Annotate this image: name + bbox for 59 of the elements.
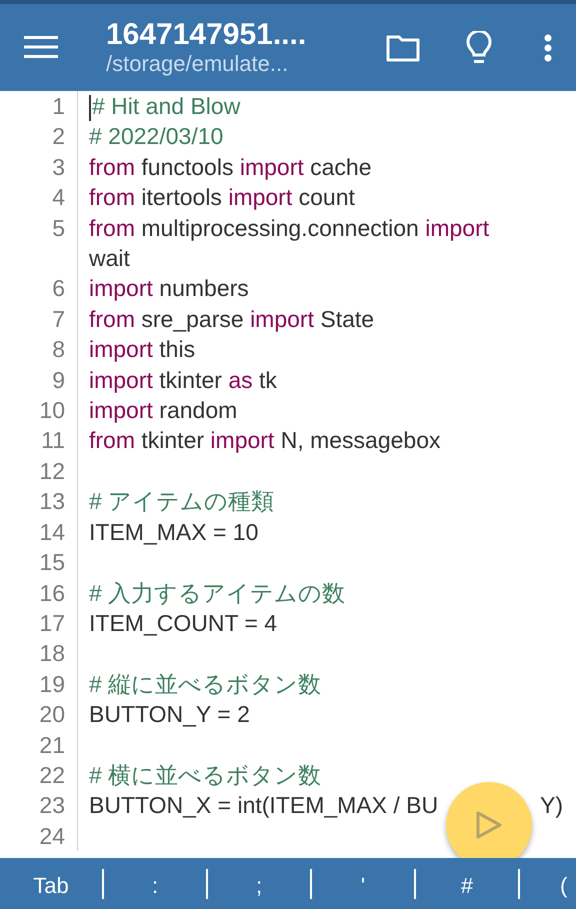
line-number: 3: [52, 154, 65, 180]
code-text: from multiprocessing.connection import: [89, 214, 490, 241]
line-number: 17: [39, 610, 65, 636]
line-number: 8: [52, 336, 65, 362]
menu-icon[interactable]: [24, 35, 58, 60]
line-number: 16: [39, 580, 65, 606]
line-number: 22: [39, 762, 65, 788]
code-text: import tkinter as tk: [89, 366, 277, 393]
line-number: 19: [39, 670, 65, 697]
code-comment: # 2022/03/10: [89, 123, 224, 150]
key-button[interactable]: (: [520, 868, 576, 898]
line-number: 7: [52, 306, 65, 332]
code-text: from functools import cache: [89, 154, 372, 180]
key-button[interactable]: Tab: [0, 868, 104, 898]
file-path: /storage/emulate...: [106, 50, 290, 78]
code-text: import this: [89, 336, 196, 362]
code-comment: # Hit and Blow: [92, 93, 240, 119]
code-text: import numbers: [89, 275, 249, 302]
line-number: 15: [39, 549, 65, 576]
code-text: BUTTON_Y = 2: [89, 701, 250, 728]
code-text: BUTTON_X = int(ITEM_MAX / BU: [89, 792, 438, 818]
line-number: 20: [39, 701, 65, 728]
play-button[interactable]: [446, 782, 532, 858]
line-number: 10: [39, 397, 65, 424]
code-text: from itertools import count: [89, 184, 355, 210]
line-number: 11: [41, 427, 65, 454]
line-number: 21: [39, 732, 65, 758]
key-button[interactable]: ': [312, 868, 416, 898]
key-button[interactable]: :: [104, 868, 208, 898]
code-text: ITEM_MAX = 10: [89, 518, 258, 545]
line-number: 2: [52, 123, 65, 150]
key-button[interactable]: ;: [208, 868, 312, 898]
play-icon: [475, 810, 503, 840]
line-number: 1: [52, 93, 65, 119]
code-text: import random: [89, 397, 238, 424]
line-number: 14: [39, 518, 65, 545]
code-comment: # 縦に並べるボタン数: [89, 670, 322, 697]
line-number: 5: [52, 214, 65, 241]
code-text: wait: [89, 244, 131, 274]
lightbulb-icon[interactable]: [466, 30, 492, 64]
line-number: 9: [52, 366, 65, 393]
code-text: Y): [540, 791, 563, 820]
code-comment: # アイテムの種類: [89, 488, 274, 514]
line-number: 23: [39, 792, 65, 818]
line-number: 13: [39, 488, 65, 514]
code-text: ITEM_COUNT = 4: [89, 610, 278, 636]
line-number: 24: [39, 822, 65, 849]
code-text: from sre_parse import State: [89, 306, 374, 332]
line-number: 6: [52, 275, 65, 302]
file-title: 1647147951....: [106, 18, 308, 51]
code-text: from tkinter import N, messagebox: [89, 427, 441, 454]
line-number: 12: [39, 458, 65, 484]
folder-icon[interactable]: [386, 34, 420, 62]
code-comment: # 横に並べるボタン数: [89, 762, 322, 788]
line-number: 18: [39, 640, 65, 666]
key-button[interactable]: #: [416, 868, 520, 898]
more-icon[interactable]: [544, 34, 552, 62]
line-number: 4: [52, 184, 65, 210]
code-comment: # 入力するアイテムの数: [89, 580, 346, 606]
